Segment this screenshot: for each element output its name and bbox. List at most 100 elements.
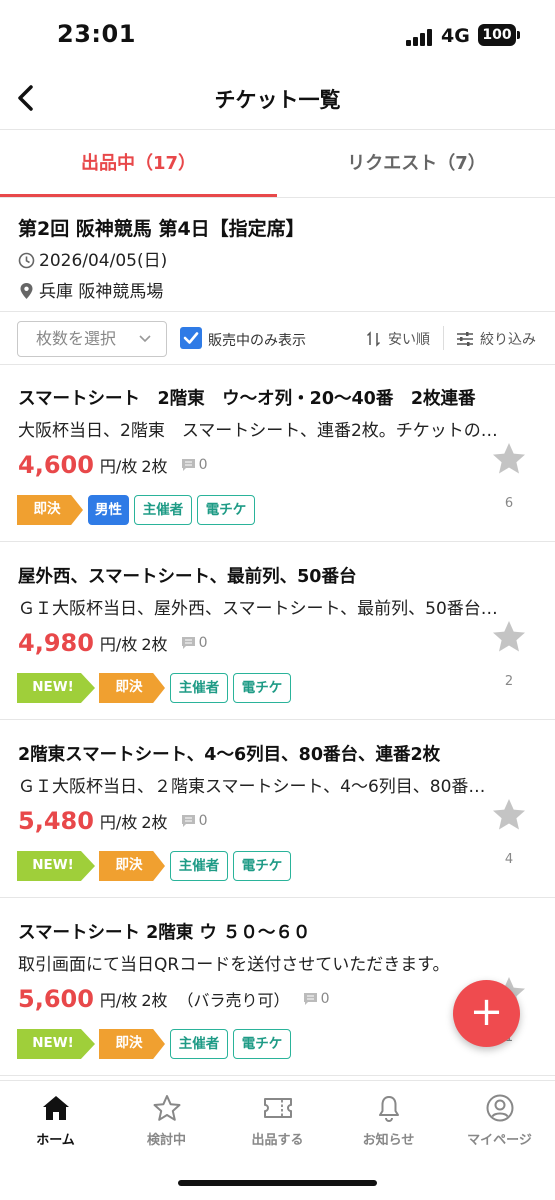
listing-tags: 即決 男性 主催者 電チケ <box>17 495 260 525</box>
listing-price-row: 5,480 円/枚 2枚 0 <box>18 807 208 835</box>
tab-listings[interactable]: 出品中（17） <box>0 130 277 198</box>
listing-tags: NEW! 即決 主催者 電チケ <box>17 851 296 881</box>
favorite-count: 2 <box>504 674 514 689</box>
user-icon <box>486 1094 513 1122</box>
tag-instant-buy: 即決 <box>99 851 165 881</box>
listing-price-row: 4,980 円/枚 2枚 0 <box>18 629 208 657</box>
tag-male: 男性 <box>88 495 129 525</box>
tag-eticket: 電チケ <box>233 673 291 703</box>
sort-button[interactable]: 安い順 <box>366 329 430 349</box>
nav-item-sell[interactable]: 出品する <box>222 1093 333 1148</box>
listing-price: 5,480 <box>18 807 94 835</box>
location-pin-icon <box>20 283 33 299</box>
sort-icon <box>366 331 381 347</box>
chevron-down-icon <box>139 335 151 343</box>
signal-icon <box>406 29 436 46</box>
listing-item[interactable]: スマートシート 2階東 ウ〜オ列・20〜40番 2枚連番 大阪杯当日、2階東 ス… <box>0 365 555 542</box>
listing-quantity: 2枚 <box>141 457 168 476</box>
nav-item-mypage[interactable]: マイページ <box>444 1093 555 1148</box>
status-time: 23:01 <box>57 20 136 48</box>
listing-item[interactable]: 屋外西、スマートシート、最前列、50番台 ＧＩ大阪杯当日、屋外西、スマートシート… <box>0 543 555 720</box>
listing-description: 大阪杯当日、2階東 スマートシート、連番2枚。チケットの… <box>18 421 498 441</box>
tag-instant-buy: 即決 <box>99 673 165 703</box>
status-bar: 23:01 4G 100 <box>0 0 555 72</box>
star-icon <box>153 1095 180 1121</box>
chevron-left-icon <box>18 85 33 111</box>
favorite-star-icon[interactable] <box>491 797 527 833</box>
clock-icon <box>18 252 35 269</box>
listing-tags: NEW! 即決 主催者 電チケ <box>17 673 296 703</box>
tab-underline <box>0 194 277 197</box>
filter-divider <box>443 326 444 350</box>
battery-tip <box>517 31 520 39</box>
listing-title: スマートシート 2階東 ウ〜オ列・20〜40番 2枚連番 <box>18 389 476 409</box>
on-sale-only-checkbox[interactable] <box>180 327 202 349</box>
quantity-select-placeholder: 枚数を選択 <box>36 329 117 348</box>
listing-quantity: 2枚 <box>141 813 168 832</box>
listing-price: 4,980 <box>18 629 94 657</box>
back-button[interactable] <box>8 78 48 118</box>
listing-title: 2階東スマートシート、4〜6列目、80番台、連番2枚 <box>18 745 441 765</box>
network-type: 4G <box>441 25 470 47</box>
listing-item[interactable]: 2階東スマートシート、4〜6列目、80番台、連番2枚 ＧＩ大阪杯当日、２階東スマ… <box>0 721 555 898</box>
listing-quantity: 2枚 <box>141 991 168 1010</box>
checkmark-icon <box>183 332 199 344</box>
comment-count: 0 <box>320 991 330 1007</box>
ticket-icon <box>263 1098 292 1118</box>
listing-title: スマートシート 2階東 ウ ５０〜６０ <box>18 923 311 943</box>
listing-tags: NEW! 即決 主催者 電チケ <box>17 1029 296 1059</box>
favorite-count: 4 <box>504 852 514 867</box>
event-venue-row: 兵庫 阪神競馬場 <box>18 277 163 302</box>
tab-requests[interactable]: リクエスト（7） <box>278 130 555 198</box>
event-date-row: 2026/04/05(日) <box>18 246 167 271</box>
home-indicator <box>178 1180 377 1186</box>
nav-bar: チケット一覧 <box>0 72 555 130</box>
tag-organizer: 主催者 <box>170 851 228 881</box>
tag-organizer: 主催者 <box>170 1029 228 1059</box>
tag-eticket: 電チケ <box>233 1029 291 1059</box>
event-info: 第2回 阪神競馬 第4日【指定席】 2026/04/05(日) 兵庫 阪神競馬場 <box>0 198 555 310</box>
tag-eticket: 電チケ <box>197 495 255 525</box>
comment-count: 0 <box>198 457 208 473</box>
listing-unit: 円/枚 <box>99 991 138 1010</box>
comment-icon <box>181 459 195 471</box>
listing-description: 取引画面にて当日QRコードを送付させていただきます。 <box>18 955 450 975</box>
tag-new: NEW! <box>17 851 95 881</box>
filter-bar: 枚数を選択 販売中のみ表示 安い順 絞り込み <box>0 311 555 365</box>
tag-instant-buy: 即決 <box>99 1029 165 1059</box>
battery-icon: 100 <box>478 24 516 46</box>
nav-label-watchlist: 検討中 <box>146 1133 186 1148</box>
nav-label-home: ホーム <box>36 1133 75 1148</box>
listing-unit: 円/枚 <box>99 635 138 654</box>
listing-title: 屋外西、スマートシート、最前列、50番台 <box>18 567 357 587</box>
add-listing-button[interactable]: + <box>453 980 520 1047</box>
favorite-star-icon[interactable] <box>491 619 527 655</box>
nav-item-notifications[interactable]: お知らせ <box>333 1093 444 1148</box>
event-venue: 兵庫 阪神競馬場 <box>39 282 164 302</box>
favorite-count: 6 <box>504 496 514 511</box>
filter-button[interactable]: 絞り込み <box>456 329 536 349</box>
listing-unit: 円/枚 <box>99 813 138 832</box>
listing-description: ＧＩ大阪杯当日、屋外西、スマートシート、最前列、50番台… <box>18 599 498 619</box>
comment-icon <box>181 637 195 649</box>
favorite-star-icon[interactable] <box>491 441 527 477</box>
nav-label-sell: 出品する <box>251 1133 304 1148</box>
nav-label-notifications: お知らせ <box>362 1133 415 1148</box>
quantity-select[interactable]: 枚数を選択 <box>17 321 167 357</box>
comment-count: 0 <box>198 813 208 829</box>
page-title: チケット一覧 <box>214 88 341 112</box>
nav-item-home[interactable]: ホーム <box>0 1093 111 1148</box>
event-date: 2026/04/05(日) <box>39 251 168 271</box>
sliders-icon <box>457 332 473 346</box>
bell-icon <box>378 1096 399 1122</box>
nav-item-watchlist[interactable]: 検討中 <box>111 1093 222 1148</box>
listing-split-note: （バラ売り可） <box>177 991 290 1010</box>
listing-price: 5,600 <box>18 985 94 1013</box>
filter-label: 絞り込み <box>480 332 536 348</box>
tag-eticket: 電チケ <box>233 851 291 881</box>
listing-price-row: 4,600 円/枚 2枚 0 <box>18 451 208 479</box>
comment-icon <box>303 993 317 1005</box>
on-sale-only-label: 販売中のみ表示 <box>208 333 306 349</box>
plus-icon: + <box>469 989 504 1035</box>
listing-description: ＧＩ大阪杯当日、２階東スマートシート、4〜6列目、80番… <box>18 777 486 797</box>
